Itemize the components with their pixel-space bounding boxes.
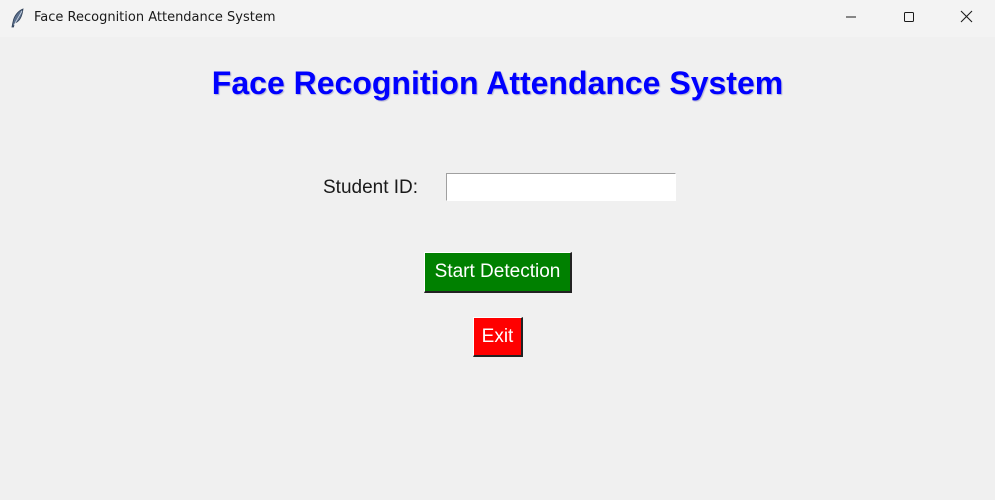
exit-button[interactable]: Exit — [473, 317, 523, 357]
student-id-label: Student ID: — [323, 177, 419, 198]
student-id-input[interactable] — [446, 173, 676, 201]
maximize-icon — [903, 10, 915, 28]
app-window: Face Recognition Attendance System Face … — [0, 0, 995, 500]
window-title: Face Recognition Attendance System — [34, 10, 276, 25]
feather-icon — [9, 8, 27, 28]
title-bar[interactable]: Face Recognition Attendance System — [0, 0, 995, 37]
minimize-icon — [845, 10, 857, 28]
start-detection-button[interactable]: Start Detection — [424, 252, 572, 293]
close-button[interactable] — [937, 0, 995, 37]
page-title: Face Recognition Attendance System — [211, 65, 784, 101]
close-icon — [960, 10, 973, 28]
main-content: Face Recognition Attendance System Stude… — [0, 37, 995, 500]
minimize-button[interactable] — [822, 0, 880, 37]
maximize-button[interactable] — [880, 0, 938, 37]
